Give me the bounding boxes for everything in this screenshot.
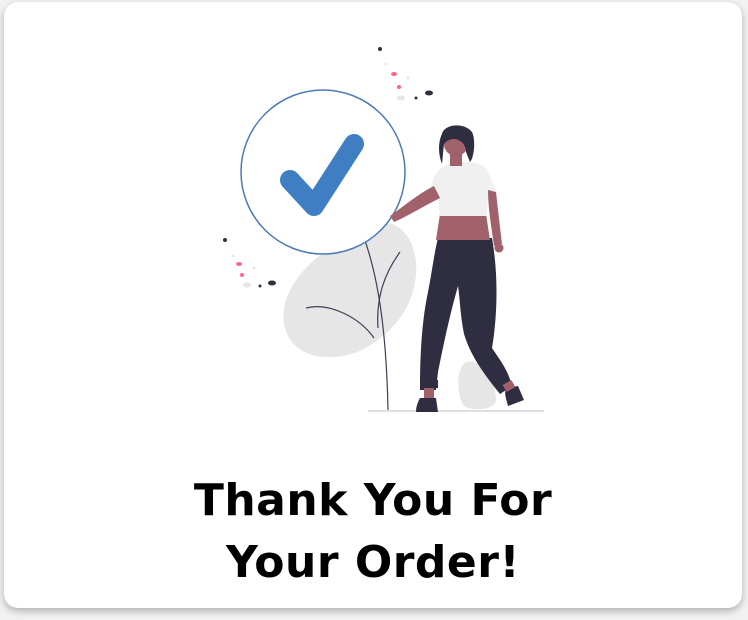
thank-you-heading: Thank You For Your Order! <box>4 470 742 594</box>
order-confirmation-card: Thank You For Your Order! <box>4 2 742 608</box>
confetti-left <box>223 238 276 288</box>
thank-you-heading-line-1: Thank You For <box>193 475 553 526</box>
confetti-top <box>378 47 433 101</box>
thank-you-heading-line-2: Your Order! <box>225 537 521 588</box>
order-success-illustration <box>223 47 544 412</box>
checkmark-circle-icon <box>240 89 406 255</box>
